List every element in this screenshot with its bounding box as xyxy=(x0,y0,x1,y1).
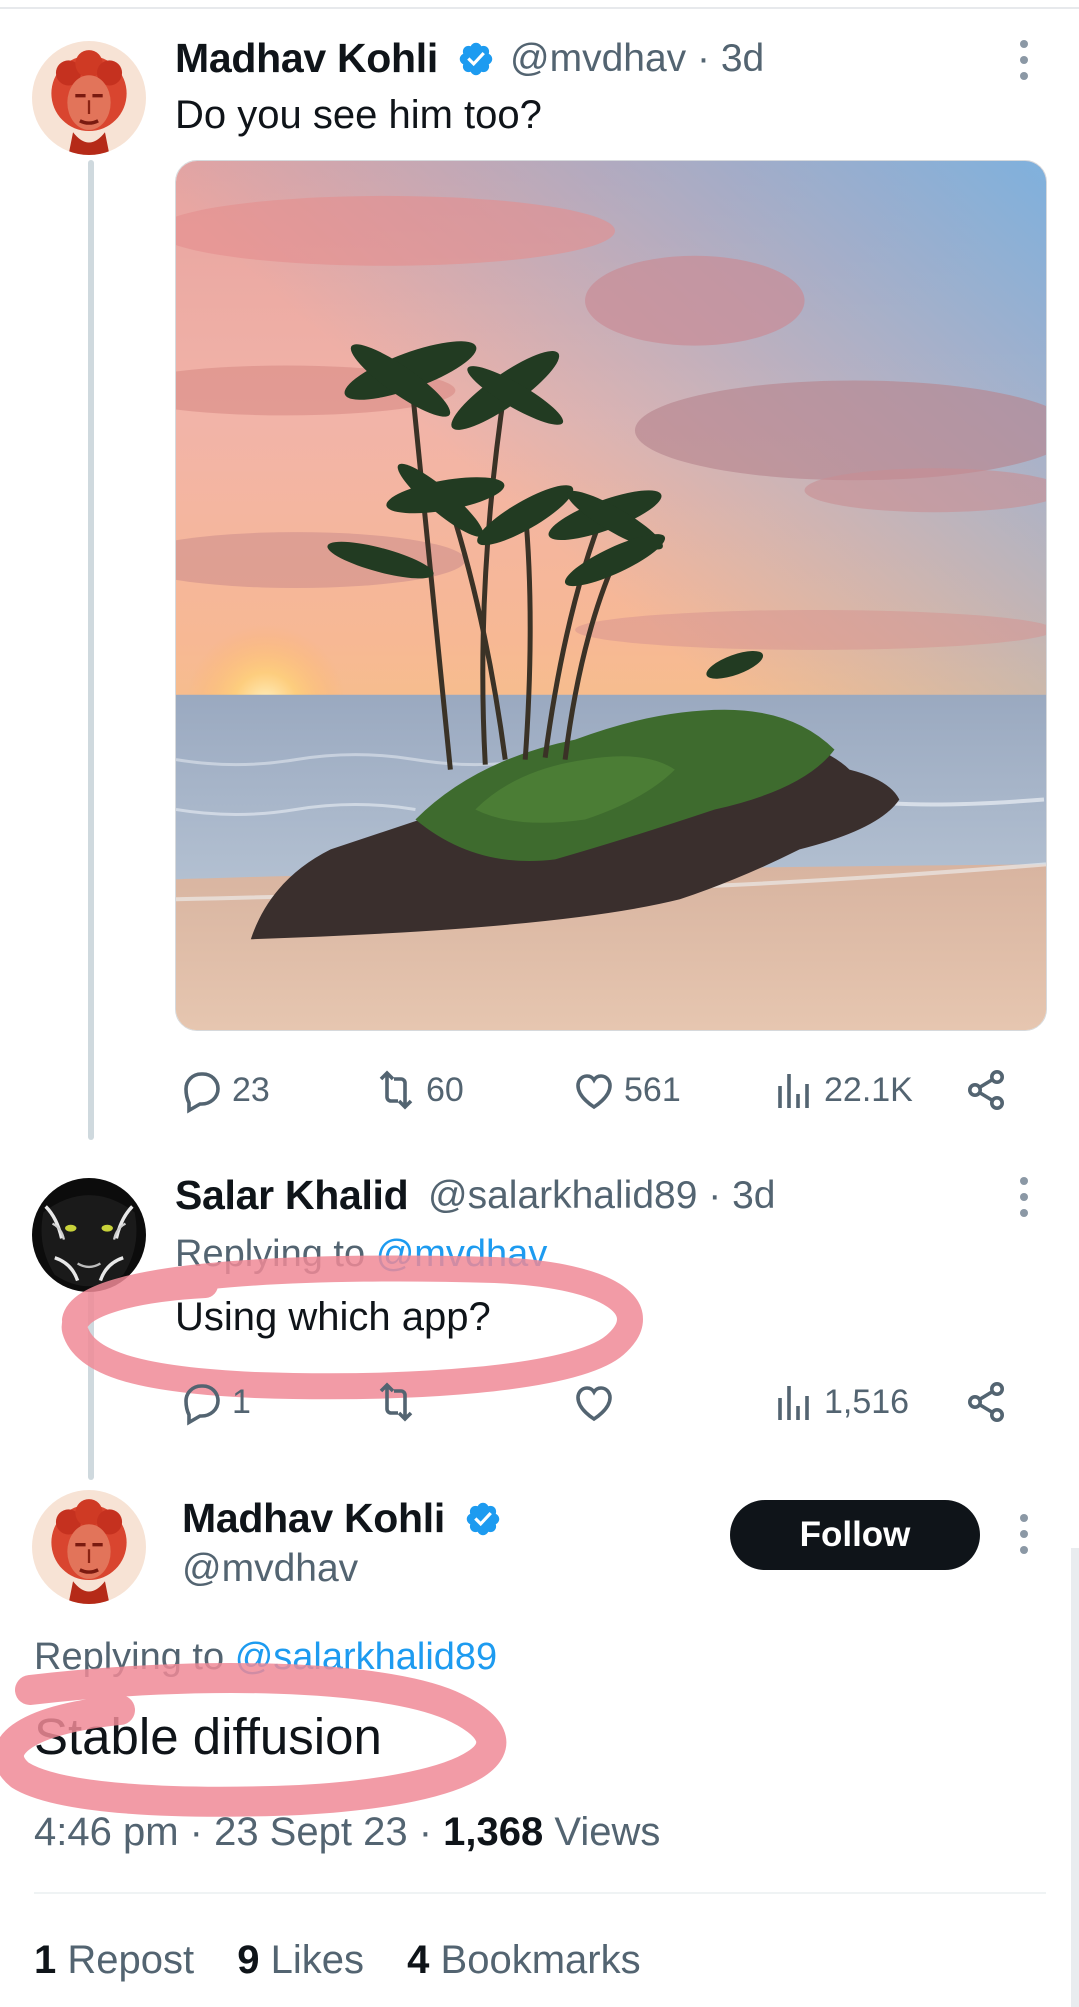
more-options-icon[interactable] xyxy=(1014,1512,1034,1556)
reposts-stat[interactable]: 1 Repost xyxy=(34,1938,194,1982)
tweet-meta: 4:46 pm · 23 Sept 23 · 1,368 Views xyxy=(34,1810,660,1855)
repost-button[interactable]: 60 xyxy=(372,1066,464,1114)
follow-button[interactable]: Follow xyxy=(730,1500,980,1570)
verified-badge-icon xyxy=(459,42,493,76)
author-name[interactable]: Salar Khalid xyxy=(175,1172,409,1219)
bar-chart-icon xyxy=(778,1074,809,1108)
reply-count: 1 xyxy=(232,1382,251,1421)
views-label: Views xyxy=(554,1810,661,1854)
tweet-text: Do you see him too? xyxy=(175,93,542,137)
views-button[interactable]: 22.1K xyxy=(770,1066,913,1114)
likes-count: 9 xyxy=(237,1938,260,1982)
views-count: 1,516 xyxy=(824,1382,910,1421)
tweet-text: Using which app? xyxy=(175,1295,491,1339)
author-handle[interactable]: @mvdhav · 3d xyxy=(510,37,764,81)
replying-to: Replying to @salarkhalid89 xyxy=(34,1636,497,1679)
share-nodes-icon xyxy=(968,1382,1004,1422)
likes-label: Likes xyxy=(270,1938,365,1982)
author-name-text[interactable]: Madhav Kohli xyxy=(182,1495,445,1541)
avatar-madhav-kohli[interactable] xyxy=(32,41,146,155)
reply-count: 23 xyxy=(232,1070,270,1109)
bar-chart-icon xyxy=(778,1386,809,1420)
reposts-label: Repost xyxy=(67,1938,195,1982)
mention-link[interactable]: @salarkhalid89 xyxy=(235,1636,498,1678)
likes-stat[interactable]: 9 Likes xyxy=(237,1938,364,1982)
thread-line-lower xyxy=(88,1290,94,1480)
timestamp[interactable]: 4:46 pm · 23 Sept 23 · xyxy=(34,1810,432,1854)
handle-text[interactable]: @mvdhav xyxy=(510,37,686,80)
relative-time: · 3d xyxy=(697,37,765,80)
repost-arrows-icon xyxy=(379,1070,413,1110)
divider xyxy=(34,1892,1046,1894)
replying-to: Replying to @mvdhav xyxy=(175,1233,547,1276)
relative-time: · 3d xyxy=(708,1174,776,1217)
reposts-count: 1 xyxy=(34,1938,57,1982)
author-name-text[interactable]: Madhav Kohli xyxy=(175,35,438,81)
like-button[interactable] xyxy=(570,1378,624,1426)
author-name[interactable]: Madhav Kohli xyxy=(182,1495,502,1542)
share-button[interactable] xyxy=(962,1066,1016,1114)
avatar-salar-khalid[interactable] xyxy=(32,1178,146,1292)
tweet-text: Stable diffusion xyxy=(34,1708,382,1765)
repost-arrows-icon xyxy=(379,1382,413,1422)
share-button[interactable] xyxy=(962,1378,1016,1426)
heart-icon xyxy=(576,1386,612,1422)
like-count: 561 xyxy=(624,1070,681,1109)
author-name[interactable]: Madhav Kohli xyxy=(175,35,495,82)
views-count: 22.1K xyxy=(824,1070,913,1109)
speech-bubble-icon xyxy=(184,1072,220,1114)
mention-link[interactable]: @mvdhav xyxy=(376,1233,548,1275)
reply-button[interactable]: 1 xyxy=(178,1378,251,1426)
handle-text[interactable]: @salarkhalid89 xyxy=(428,1174,697,1217)
repost-count: 60 xyxy=(426,1070,464,1109)
verified-badge-icon xyxy=(466,1502,500,1536)
views-count: 1,368 xyxy=(443,1810,544,1854)
engagement-stats: 1 Repost 9 Likes 4 Bookmarks xyxy=(34,1938,673,1983)
avatar-madhav-kohli[interactable] xyxy=(32,1490,146,1604)
replying-label: Replying to xyxy=(175,1233,366,1275)
scrollbar[interactable] xyxy=(1071,1548,1079,2007)
author-handle[interactable]: @mvdhav xyxy=(182,1547,358,1591)
speech-bubble-icon xyxy=(184,1384,220,1426)
thread-line-upper xyxy=(88,160,94,1140)
repost-button[interactable] xyxy=(372,1378,426,1426)
heart-icon xyxy=(576,1074,612,1110)
more-options-icon[interactable] xyxy=(1014,1175,1034,1219)
bookmarks-count: 4 xyxy=(407,1938,430,1982)
more-options-icon[interactable] xyxy=(1014,38,1034,82)
bookmarks-stat[interactable]: 4 Bookmarks xyxy=(407,1938,640,1982)
author-handle[interactable]: @salarkhalid89 · 3d xyxy=(428,1174,775,1218)
top-divider xyxy=(0,7,1079,9)
bookmarks-label: Bookmarks xyxy=(440,1938,641,1982)
like-button[interactable]: 561 xyxy=(570,1066,681,1114)
share-nodes-icon xyxy=(968,1070,1004,1110)
tweet-image[interactable] xyxy=(175,160,1047,1031)
reply-button[interactable]: 23 xyxy=(178,1066,270,1114)
views-button[interactable]: 1,516 xyxy=(770,1378,909,1426)
replying-label: Replying to xyxy=(34,1636,225,1678)
